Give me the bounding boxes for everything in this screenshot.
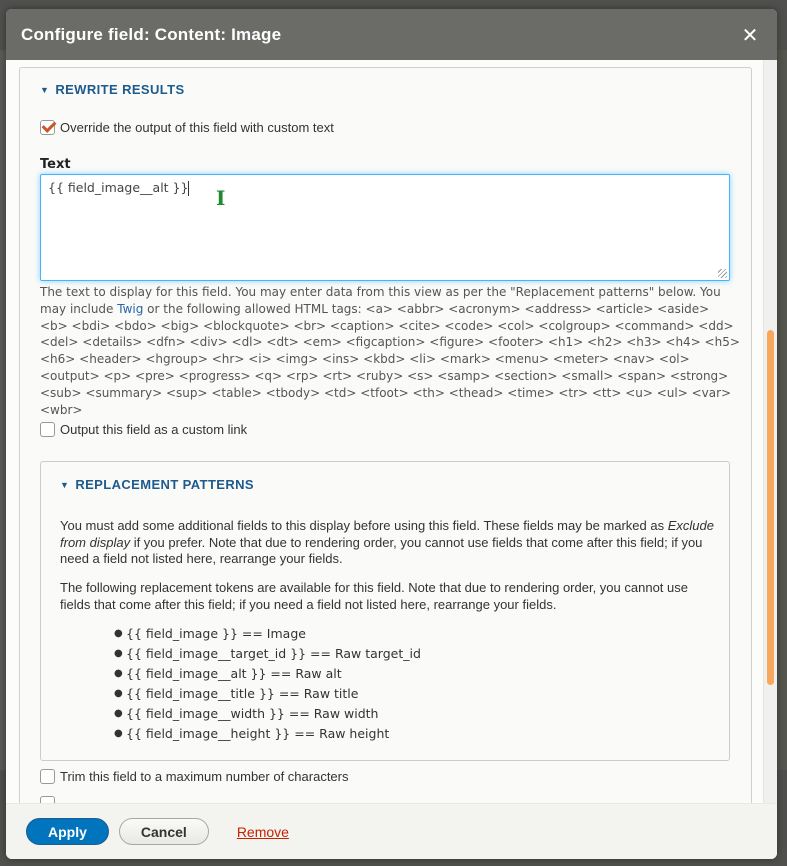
triangle-down-icon: ▼: [60, 480, 70, 490]
note-1-text-a: You must add some additional fields to t…: [60, 518, 668, 533]
token-item: ●{{ field_image__target_id }} == Raw tar…: [114, 644, 421, 664]
token-text: {{ field_image__width }} == Raw width: [126, 706, 379, 721]
token-text: {{ field_image }} == Image: [126, 626, 306, 641]
bullet-icon: ●: [114, 648, 123, 659]
token-text: {{ field_image__target_id }} == Raw targ…: [126, 646, 421, 661]
token-text: {{ field_image__title }} == Raw title: [126, 686, 359, 701]
help-text-allowed-tags: or the following allowed HTML tags: <a> …: [40, 301, 740, 417]
ibeam-cursor-icon: I: [216, 186, 226, 210]
rewrite-results-fieldset: ▼ REWRITE RESULTS Override the output of …: [19, 67, 752, 803]
trim-field-label[interactable]: Trim this field to a maximum number of c…: [60, 769, 349, 784]
bullet-icon: ●: [114, 668, 123, 679]
apply-button[interactable]: Apply: [26, 818, 109, 845]
token-item: ●{{ field_image }} == Image: [114, 624, 421, 644]
override-output-row: Override the output of this field with c…: [40, 120, 334, 135]
trim-field-checkbox[interactable]: [40, 769, 55, 784]
token-item: ●{{ field_image__height }} == Raw height: [114, 724, 421, 744]
configure-field-dialog: Configure field: Content: Image ✕ ▼ REWRI…: [6, 9, 777, 859]
dialog-footer: Apply Cancel Remove: [6, 803, 777, 859]
replacement-patterns-fieldset: ▼ REPLACEMENT PATTERNS You must add some …: [40, 461, 730, 761]
text-field-label: Text: [40, 157, 71, 172]
override-output-checkbox[interactable]: [40, 120, 55, 135]
rewrite-text-textarea[interactable]: {{ field_image__alt }}: [40, 174, 730, 281]
text-help-description: The text to display for this field. You …: [40, 284, 740, 418]
trim-field-row: Trim this field to a maximum number of c…: [40, 769, 349, 784]
custom-link-checkbox[interactable]: [40, 422, 55, 437]
twig-link[interactable]: Twig: [117, 302, 143, 316]
remove-link[interactable]: Remove: [237, 824, 289, 840]
close-icon[interactable]: ✕: [738, 23, 762, 47]
resize-grip-icon[interactable]: [718, 269, 727, 278]
rewrite-text-value: {{ field_image__alt }}: [48, 180, 189, 195]
custom-link-label[interactable]: Output this field as a custom link: [60, 422, 247, 437]
replacement-patterns-toggle[interactable]: ▼ REPLACEMENT PATTERNS: [60, 477, 254, 492]
dialog-scrollbar[interactable]: [763, 60, 777, 803]
rewrite-results-legend: REWRITE RESULTS: [55, 82, 185, 97]
next-option-checkbox[interactable]: [40, 796, 55, 803]
replacement-patterns-legend: REPLACEMENT PATTERNS: [75, 477, 255, 492]
bullet-icon: ●: [114, 708, 123, 719]
custom-link-row: Output this field as a custom link: [40, 422, 247, 437]
replacement-note-2: The following replacement tokens are ava…: [60, 580, 688, 612]
token-item: ●{{ field_image__title }} == Raw title: [114, 684, 421, 704]
token-item: ●{{ field_image__width }} == Raw width: [114, 704, 421, 724]
bullet-icon: ●: [114, 688, 123, 699]
token-item: ●{{ field_image__alt }} == Raw alt: [114, 664, 421, 684]
replacement-token-list: ●{{ field_image }} == Image ●{{ field_im…: [114, 624, 421, 744]
background-right-strip: [777, 50, 787, 770]
token-text: {{ field_image__alt }} == Raw alt: [126, 666, 342, 681]
dialog-titlebar: Configure field: Content: Image ✕: [6, 9, 777, 60]
override-output-label[interactable]: Override the output of this field with c…: [60, 120, 334, 135]
scrollbar-thumb[interactable]: [767, 330, 774, 685]
text-caret: [188, 181, 190, 196]
triangle-down-icon: ▼: [40, 85, 50, 95]
token-text: {{ field_image__height }} == Raw height: [126, 726, 390, 741]
dialog-body: ▼ REWRITE RESULTS Override the output of …: [6, 60, 777, 803]
next-option-row: [40, 796, 60, 803]
replacement-note-1: You must add some additional fields to t…: [60, 518, 720, 568]
dialog-title: Configure field: Content: Image: [21, 24, 282, 44]
bullet-icon: ●: [114, 728, 123, 739]
rewrite-results-toggle[interactable]: ▼ REWRITE RESULTS: [40, 82, 185, 97]
note-1-text-b: if you prefer. Note that due to renderin…: [60, 534, 703, 567]
cancel-button[interactable]: Cancel: [118, 818, 209, 845]
bullet-icon: ●: [114, 628, 123, 639]
